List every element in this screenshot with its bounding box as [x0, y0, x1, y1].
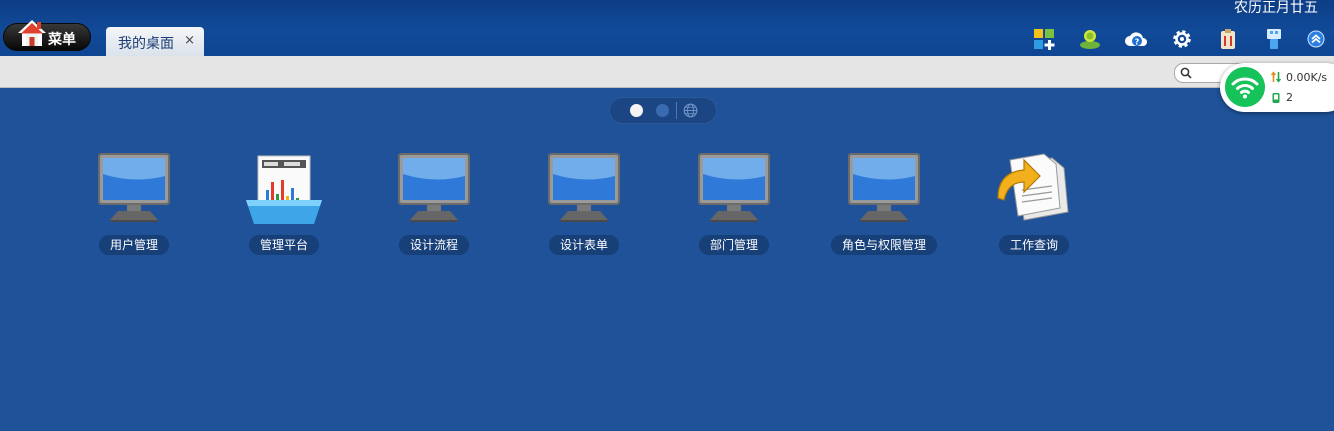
desktop-icon-work-query[interactable]: 工作查询 [989, 150, 1079, 260]
cloud-help-icon[interactable]: ? [1124, 27, 1148, 51]
connection-count: 2 [1286, 91, 1293, 104]
network-status-panel[interactable]: 0.00K/s 2 [1220, 63, 1334, 112]
desktop-icon-label: 管理平台 [248, 235, 320, 255]
desktop-icon-label: 设计表单 [548, 235, 620, 255]
desktop-icon-management-platform[interactable]: 管理平台 [239, 150, 329, 260]
desktop-icon-design-form[interactable]: 设计表单 [539, 150, 629, 260]
pager-divider [676, 102, 677, 119]
desktop-icon-user-management[interactable]: 用户管理 [89, 150, 179, 260]
monitor-icon [98, 153, 170, 222]
tab-close-icon[interactable]: × [184, 33, 195, 48]
home-icon [18, 20, 46, 46]
desktop-icon-label: 用户管理 [98, 235, 170, 255]
clipboard-icon[interactable] [1216, 27, 1240, 51]
user-online-icon[interactable] [1078, 27, 1102, 51]
tab-label: 我的桌面 [118, 36, 174, 52]
network-speed: 0.00K/s [1286, 71, 1328, 84]
phone-icon [1272, 93, 1280, 103]
desktop-icon-label: 部门管理 [698, 235, 770, 255]
gear-icon[interactable] [1170, 27, 1194, 51]
search-strip [0, 56, 1334, 88]
dashboard-chart-icon [246, 155, 322, 224]
start-menu-button[interactable]: 菜单 [3, 20, 91, 51]
lunar-date: 农历正月廿五 [1234, 0, 1318, 16]
page-dot-1[interactable] [630, 104, 643, 117]
documents-arrow-icon [997, 153, 1069, 221]
monitor-icon [698, 153, 770, 222]
desktop-icon-label: 设计流程 [398, 235, 470, 255]
page-dot-2[interactable] [656, 104, 669, 117]
desktop-icon-label: 角色与权限管理 [830, 235, 938, 255]
top-bar: 农历正月廿五 菜单 我的桌面 × ? [0, 0, 1334, 56]
desktop-pager [609, 97, 717, 124]
monitor-icon [398, 153, 470, 222]
search-icon [1180, 67, 1192, 79]
desktop-icon-role-permission-management[interactable]: 角色与权限管理 [830, 150, 938, 260]
monitor-icon [848, 153, 920, 222]
monitor-icon [548, 153, 620, 222]
tab-my-desktop[interactable]: 我的桌面 × [106, 27, 204, 56]
wifi-icon [1225, 67, 1265, 107]
desktop-icon-design-process[interactable]: 设计流程 [389, 150, 479, 260]
transfer-arrows-icon [1270, 71, 1282, 83]
menu-label: 菜单 [48, 32, 76, 48]
collapse-up-icon[interactable] [1306, 29, 1326, 49]
desktop-icon-label: 工作查询 [998, 235, 1070, 255]
svg-text:?: ? [1135, 38, 1140, 47]
apps-add-icon[interactable] [1032, 27, 1056, 51]
globe-icon[interactable] [683, 103, 698, 118]
desktop-icon-department-management[interactable]: 部门管理 [689, 150, 779, 260]
usb-icon[interactable] [1262, 27, 1286, 51]
